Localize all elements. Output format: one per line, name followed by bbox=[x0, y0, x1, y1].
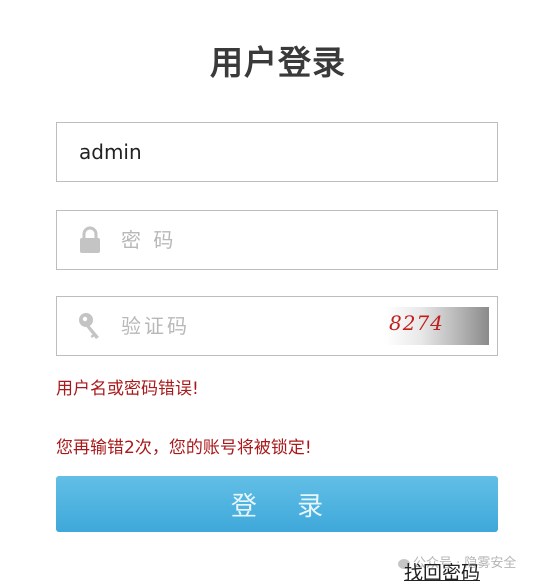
captcha-image[interactable]: 8274 bbox=[385, 307, 489, 345]
password-field-box bbox=[56, 210, 498, 270]
captcha-code: 8274 bbox=[389, 311, 444, 335]
error-message: 用户名或密码错误! bbox=[56, 379, 199, 399]
username-input[interactable] bbox=[57, 123, 497, 181]
login-button[interactable]: 登 录 bbox=[56, 476, 498, 532]
username-field-box bbox=[56, 122, 498, 182]
forgot-password-link[interactable]: 找回密码 bbox=[404, 558, 480, 584]
lockout-warning: 您再输错2次，您的账号将被锁定! bbox=[56, 438, 312, 458]
captcha-field-box: 8274 bbox=[56, 296, 498, 356]
login-page: 用户登录 8274 用户名或密码错误! 您再输错2次，您的账号将被锁定! 登 录 bbox=[0, 0, 560, 584]
page-title: 用户登录 bbox=[210, 43, 346, 82]
password-input[interactable] bbox=[57, 211, 497, 269]
